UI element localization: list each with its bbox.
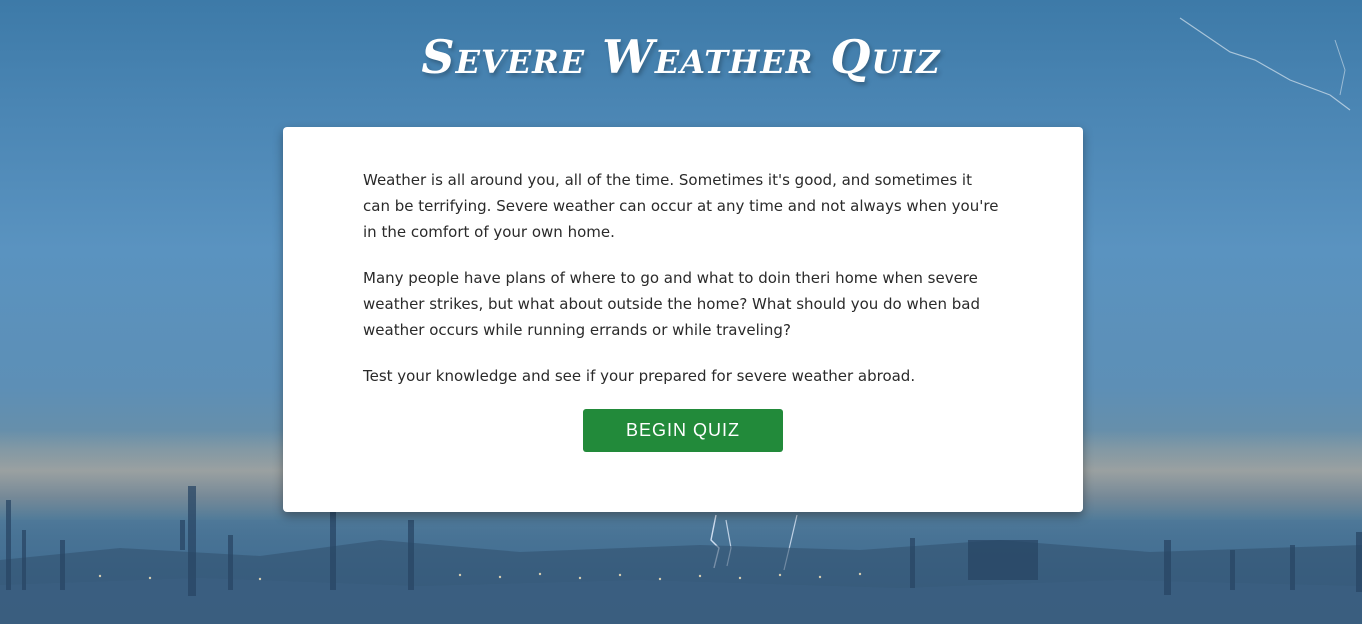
begin-quiz-button[interactable]: BEGIN QUIZ: [583, 409, 783, 452]
desert-ground: [0, 578, 1362, 624]
ground-haze: [0, 520, 1362, 624]
lightning-bolt: [783, 514, 798, 571]
intro-paragraph: Many people have plans of where to go an…: [363, 269, 980, 339]
intro-card: Weather is all around you, all of the ti…: [283, 127, 1083, 512]
intro-text: Weather is all around you, all of the ti…: [363, 167, 1003, 409]
intro-paragraph: Test your knowledge and see if your prep…: [363, 367, 916, 385]
page-title: Severe Weather Quiz: [421, 30, 941, 84]
city-lights: [98, 572, 862, 581]
lightning-bolt: [725, 519, 732, 567]
intro-paragraph: Weather is all around you, all of the ti…: [363, 171, 999, 241]
mountain-range: [0, 540, 1362, 624]
lightning-bolt: [710, 514, 720, 569]
